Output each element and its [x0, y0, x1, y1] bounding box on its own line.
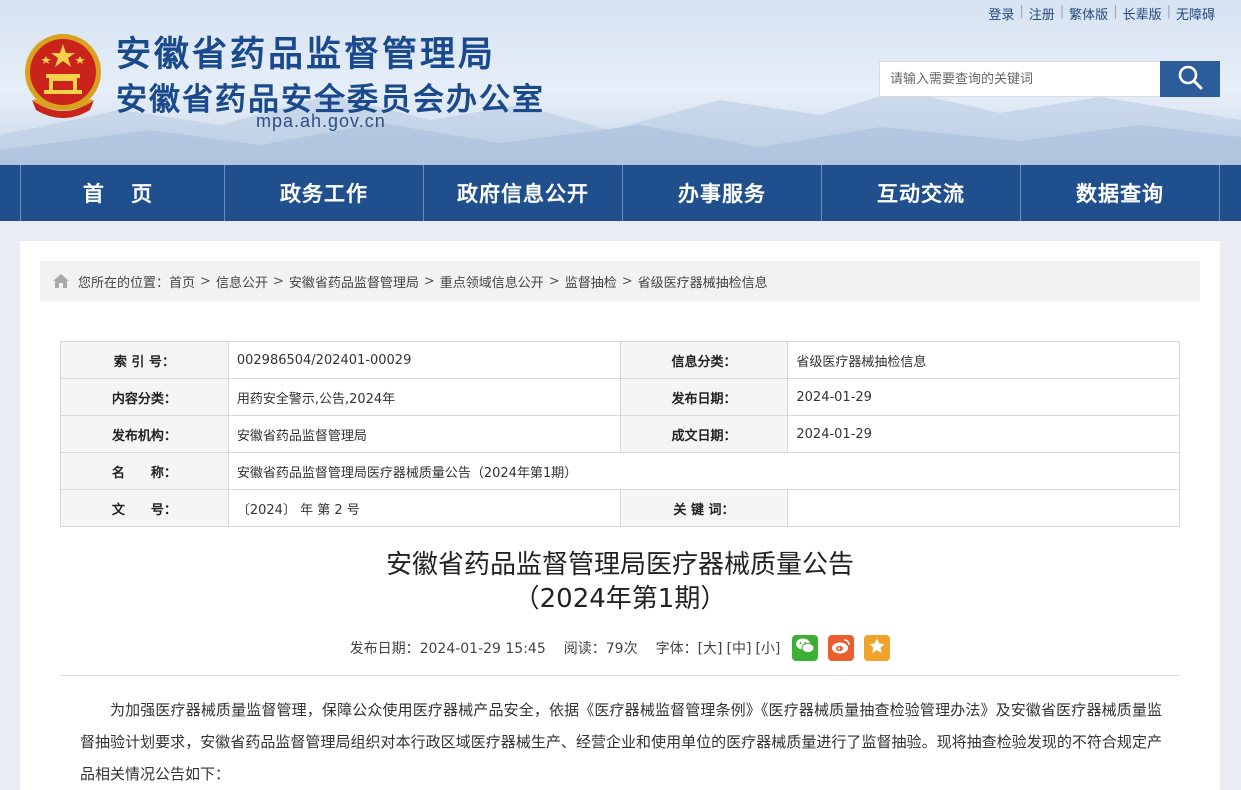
created-date-value: 2024-01-29 [787, 415, 1180, 453]
weibo-icon [831, 637, 851, 659]
breadcrumb-prefix: 您所在的位置： [78, 275, 170, 291]
weibo-share-button[interactable] [828, 635, 855, 661]
article-title-line1: 安徽省药品监督管理局医疗器械质量公告 [385, 550, 854, 580]
search-input[interactable] [879, 61, 1160, 97]
content-type-label: 内容分类： [60, 378, 229, 416]
index-value: 002986504/202401-00029 [227, 341, 621, 379]
font-medium-button[interactable]: [中] [727, 638, 752, 658]
article-paragraph: 为加强医疗器械质量监督管理，保障公众使用医疗器械产品安全，依据《医疗器械监督管理… [80, 701, 1162, 783]
accessibility-link[interactable]: 无障碍 [1171, 4, 1220, 23]
publish-date-label: 发布日期： [619, 378, 789, 416]
divider [60, 675, 1180, 676]
table-row: 名 称： 安徽省药品监督管理局医疗器械质量公告（2024年第1期） [60, 452, 1181, 490]
name-label: 名 称： [60, 452, 229, 490]
nav-item-label: 办事服务 [678, 182, 766, 206]
nav-item-label: 首 页 [82, 182, 163, 206]
font-large-button[interactable]: [大] [698, 638, 723, 658]
article-publish-info: 发布日期：2024-01-29 15:45 [349, 641, 546, 657]
table-row: 索 引 号： 002986504/202401-00029 信息分类： 省级医疗… [60, 341, 1180, 379]
favorite-icon [868, 637, 886, 659]
table-row: 文 号： 〔2024〕 年 第 2 号 关 键 词： [60, 489, 1180, 527]
article-title: 安徽省药品监督管理局医疗器械质量公告 （2024年第1期） [20, 548, 1220, 616]
breadcrumb-bureau[interactable]: 安徽省药品监督管理局 [289, 272, 419, 291]
search-box [879, 61, 1220, 97]
doc-no-label: 文 号： [60, 489, 229, 527]
breadcrumb-key-areas[interactable]: 重点领域信息公开 [440, 272, 544, 291]
article-title-line2: （2024年第1期） [513, 584, 727, 614]
register-link[interactable]: 注册 [1024, 4, 1060, 23]
name-value: 安徽省药品监督管理局医疗器械质量公告（2024年第1期） [227, 452, 1181, 490]
font-size-label: 字体： [655, 641, 698, 657]
search-button[interactable] [1160, 61, 1220, 97]
traditional-chinese-link[interactable]: 繁体版 [1064, 4, 1113, 23]
table-row: 发布机构： 安徽省药品监督管理局 成文日期： 2024-01-29 [60, 415, 1180, 453]
breadcrumb-separator: > [423, 273, 435, 289]
nav-item-label: 政务工作 [280, 182, 368, 206]
nav-item-data-query[interactable]: 数据查询 [1021, 165, 1220, 221]
breadcrumb-separator: > [621, 273, 633, 289]
breadcrumb-separator: > [548, 273, 560, 289]
breadcrumb-home[interactable]: 首页 [169, 272, 195, 291]
site-title-main: 安徽省药品监督管理局 [116, 35, 497, 75]
nav-item-information-disclosure[interactable]: 政府信息公开 [424, 165, 623, 221]
created-date-label: 成文日期： [619, 415, 789, 453]
nav-item-government-affairs[interactable]: 政务工作 [225, 165, 424, 221]
nav-item-label: 政府信息公开 [457, 182, 589, 206]
category-value: 省级医疗器械抽检信息 [787, 341, 1180, 379]
site-header: 安徽省药品监督管理局 安徽省药品安全委员会办公室 mpa.ah.gov.cn 登… [0, 0, 1241, 165]
nav-item-home[interactable]: 首 页 [20, 165, 225, 221]
wechat-share-button[interactable] [792, 635, 819, 661]
breadcrumb-separator: > [272, 273, 284, 289]
breadcrumb-current[interactable]: 省级医疗器械抽检信息 [638, 272, 768, 291]
login-link[interactable]: 登录 [983, 4, 1019, 23]
national-emblem-icon [22, 30, 104, 118]
article-reads: 阅读：79次 [563, 641, 638, 657]
table-row: 内容分类： 用药安全警示,公告,2024年 发布日期： 2024-01-29 [60, 378, 1180, 416]
top-links: 登录 | 注册 | 繁体版 | 长辈版 | 无障碍 [983, 4, 1220, 23]
document-meta-table: 索 引 号： 002986504/202401-00029 信息分类： 省级医疗… [60, 341, 1181, 527]
elderly-version-link[interactable]: 长辈版 [1118, 4, 1167, 23]
keywords-label: 关 键 词： [619, 489, 789, 527]
category-label: 信息分类： [619, 341, 789, 379]
favorite-share-button[interactable] [864, 635, 891, 661]
breadcrumb: 您所在的位置： 首页 > 信息公开 > 安徽省药品监督管理局 > 重点领域信息公… [40, 261, 1200, 301]
font-small-button[interactable]: [小] [755, 638, 780, 658]
keywords-value [787, 489, 1180, 527]
nav-item-label: 数据查询 [1076, 182, 1164, 206]
nav-item-services[interactable]: 办事服务 [623, 165, 822, 221]
breadcrumb-separator: > [200, 273, 211, 289]
index-label: 索 引 号： [60, 341, 229, 379]
content-type-value: 用药安全警示,公告,2024年 [227, 378, 621, 416]
doc-no-value: 〔2024〕 年 第 2 号 [227, 489, 621, 527]
main-content: 您所在的位置： 首页 > 信息公开 > 安徽省药品监督管理局 > 重点领域信息公… [20, 241, 1220, 790]
site-domain: mpa.ah.gov.cn [256, 111, 386, 131]
org-value: 安徽省药品监督管理局 [227, 415, 621, 453]
wechat-icon [795, 637, 815, 659]
main-nav: 首 页 政务工作 政府信息公开 办事服务 互动交流 数据查询 [0, 165, 1241, 221]
home-icon [52, 273, 70, 289]
magnifier-icon [1177, 64, 1203, 94]
article-meta: 发布日期：2024-01-29 15:45 阅读：79次 字体： [大] [中]… [20, 635, 1220, 661]
breadcrumb-supervision-sampling[interactable]: 监督抽检 [565, 272, 617, 291]
breadcrumb-info-disclosure[interactable]: 信息公开 [216, 272, 268, 291]
publish-date-value: 2024-01-29 [787, 378, 1180, 416]
nav-item-interaction[interactable]: 互动交流 [822, 165, 1021, 221]
nav-item-label: 互动交流 [877, 182, 965, 206]
org-label: 发布机构： [60, 415, 229, 453]
